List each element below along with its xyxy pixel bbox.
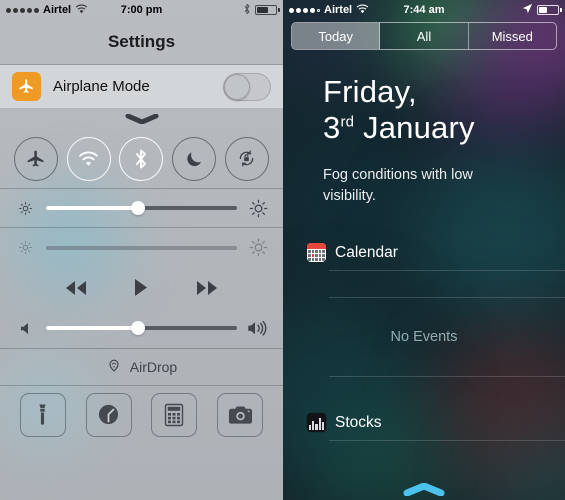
tab-missed[interactable]: Missed <box>469 23 556 49</box>
airplane-mode-label: Airplane Mode <box>53 78 150 95</box>
date-day-suffix: rd <box>340 113 355 131</box>
chevron-grabber-icon <box>125 114 158 125</box>
airplane-toggle[interactable] <box>14 136 59 181</box>
status-bar-right <box>162 3 281 18</box>
left-status-bar: Airtel 7:00 pm <box>0 0 283 20</box>
date-day-month: 3rd January <box>323 110 565 146</box>
right-status-bar: Airtel 7:44 am <box>283 0 565 20</box>
volume-slider-row[interactable] <box>0 309 283 348</box>
airplane-mode-toggle[interactable] <box>223 72 271 101</box>
stocks-divider <box>329 440 565 442</box>
clock-label: 7:44 am <box>403 4 445 16</box>
camera-shortcut[interactable] <box>217 392 264 437</box>
calendar-section-title: Calendar <box>335 243 398 261</box>
battery-icon <box>537 5 563 15</box>
airdrop-row[interactable]: AirDrop <box>0 348 283 385</box>
location-arrow-icon <box>522 3 533 17</box>
timer-shortcut[interactable] <box>85 392 132 437</box>
volume-low-icon <box>14 322 36 335</box>
dual-screenshot: Airtel 7:00 pm Settings Airplane Mode Ai… <box>0 0 565 500</box>
control-center-sheet: AirDrop <box>0 109 283 443</box>
do-not-disturb-toggle[interactable] <box>172 136 217 181</box>
secondary-slider <box>46 245 237 250</box>
calculator-shortcut[interactable] <box>151 392 198 437</box>
signal-strength-icon <box>6 7 39 13</box>
status-bar-left: Airtel <box>289 4 404 17</box>
weather-summary: Fog conditions with low visibility. <box>323 167 473 205</box>
airdrop-label: AirDrop <box>129 358 178 375</box>
brightness-high-icon <box>247 199 269 218</box>
volume-slider[interactable] <box>46 321 237 336</box>
play-button[interactable] <box>133 278 149 297</box>
calendar-icon <box>307 243 326 263</box>
volume-high-icon <box>247 320 269 336</box>
rewind-button[interactable] <box>61 279 91 297</box>
status-bar-left: Airtel <box>6 4 121 17</box>
status-bar-right <box>445 3 563 17</box>
signal-strength-icon <box>289 7 320 13</box>
date-heading: Friday, 3rd January <box>283 50 565 145</box>
tab-all[interactable]: All <box>380 23 469 49</box>
airplane-icon <box>12 72 41 101</box>
wifi-icon <box>75 4 88 17</box>
brightness-slider-row[interactable] <box>0 189 283 228</box>
clock-label: 7:00 pm <box>120 4 163 16</box>
stocks-icon <box>307 413 326 433</box>
date-weekday: Friday, <box>323 74 417 109</box>
page-title: Settings <box>107 32 176 51</box>
flashlight-shortcut[interactable] <box>19 392 66 437</box>
calendar-empty-state: No Events <box>390 329 458 346</box>
no-events-divider-bottom <box>329 376 565 378</box>
wifi-icon <box>356 4 369 17</box>
bluetooth-icon <box>243 3 251 18</box>
airdrop-icon <box>106 357 122 376</box>
date-day-number: 3 <box>323 109 341 145</box>
tab-today[interactable]: Today <box>292 23 381 49</box>
secondary-slider-row <box>0 228 283 267</box>
chevron-grabber-icon <box>403 483 445 496</box>
control-center-grabber[interactable] <box>0 109 283 129</box>
date-month: January <box>363 109 475 145</box>
right-panel-notification-center: Airtel 7:44 am Today All Missed Friday, … <box>283 0 565 500</box>
calendar-section-header[interactable]: Calendar <box>283 233 565 270</box>
fast-forward-button[interactable] <box>192 279 222 297</box>
carrier-label: Airtel <box>43 4 72 16</box>
notification-tabs: Today All Missed <box>291 22 557 50</box>
wifi-toggle[interactable] <box>66 136 111 181</box>
brightness-slider[interactable] <box>46 201 237 216</box>
brightness-low-icon <box>14 201 36 216</box>
stocks-section-title: Stocks <box>335 413 382 431</box>
media-controls <box>0 267 283 309</box>
control-center-toggles <box>0 129 283 188</box>
control-center-shortcuts <box>0 386 283 443</box>
bluetooth-toggle[interactable] <box>119 136 164 181</box>
brightness-high-icon <box>247 238 269 257</box>
carrier-label: Airtel <box>324 4 353 16</box>
notification-center-grabber[interactable] <box>283 483 565 496</box>
rotation-lock-toggle[interactable] <box>224 136 269 181</box>
airplane-mode-row[interactable]: Airplane Mode <box>0 65 283 109</box>
brightness-low-icon <box>14 240 36 255</box>
stocks-section-header[interactable]: Stocks <box>283 403 565 440</box>
notification-center-body: Friday, 3rd January Fog conditions with … <box>283 50 565 490</box>
battery-icon <box>255 5 281 15</box>
left-panel-control-center: Airtel 7:00 pm Settings Airplane Mode Ai… <box>0 0 283 500</box>
